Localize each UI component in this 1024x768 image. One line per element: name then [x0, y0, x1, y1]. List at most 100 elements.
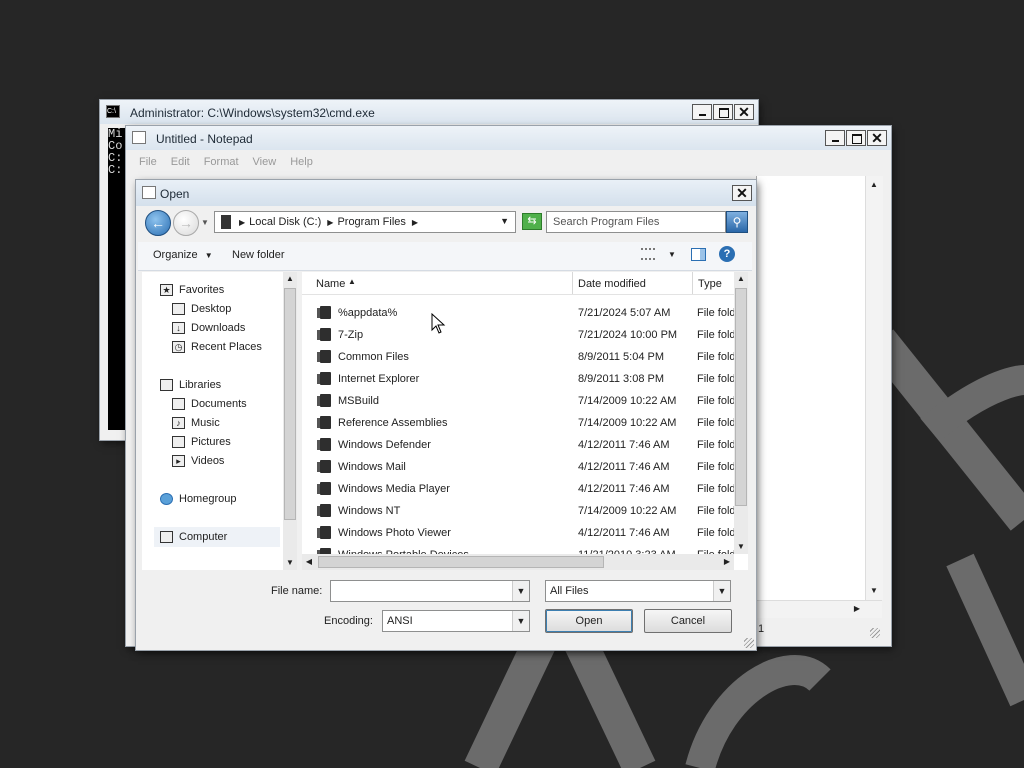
file-list-scroll-thumb[interactable]: [735, 288, 747, 506]
file-list-vertical-scrollbar[interactable]: ▲ ▼: [734, 272, 748, 554]
column-header: Name ▲ Date modified Type: [302, 272, 734, 295]
cmd-maximize-button[interactable]: [713, 104, 733, 120]
cmd-titlebar[interactable]: C:\ Administrator: C:\Windows\system32\c…: [100, 100, 758, 124]
file-row[interactable]: Reference Assemblies 7/14/2009 10:22 AM Fi…: [302, 412, 734, 434]
nav-recent-places[interactable]: ◷ Recent Places: [172, 341, 262, 353]
scroll-up-arrow-icon[interactable]: ▲: [867, 178, 881, 192]
nav-downloads[interactable]: ↓ Downloads: [172, 322, 245, 334]
file-name-input[interactable]: ▼: [330, 580, 530, 602]
nav-favorites[interactable]: ★ Favorites: [160, 284, 224, 296]
refresh-button[interactable]: ⇆: [522, 213, 542, 230]
resize-grip-icon[interactable]: [744, 638, 754, 648]
notepad-close-button[interactable]: ✕: [867, 130, 887, 146]
folder-icon: [221, 215, 231, 229]
console-line: C:: [108, 163, 123, 177]
notepad-minimize-button[interactable]: [825, 130, 845, 146]
scroll-up-arrow-icon[interactable]: ▲: [283, 272, 297, 286]
file-row[interactable]: Windows Mail 4/12/2011 7:46 AM File folder: [302, 456, 734, 478]
notepad-titlebar[interactable]: Untitled - Notepad ✕: [126, 126, 891, 150]
open-dialog-titlebar[interactable]: Open ✕: [136, 180, 756, 206]
menu-help[interactable]: Help: [283, 154, 320, 170]
file-row[interactable]: Windows Media Player 4/12/2011 7:46 AM Fil…: [302, 478, 734, 500]
column-name[interactable]: Name: [316, 278, 345, 290]
file-row[interactable]: Common Files 8/9/2011 5:04 PM File folder: [302, 346, 734, 368]
file-row[interactable]: Windows Defender 4/12/2011 7:46 AM File fo…: [302, 434, 734, 456]
file-list-horizontal-scrollbar[interactable]: ◀ ▶: [302, 554, 734, 570]
nav-pictures[interactable]: Pictures: [172, 436, 231, 448]
encoding-value: ANSI: [387, 615, 413, 627]
file-row[interactable]: Windows NT 7/14/2009 10:22 AM File folder: [302, 500, 734, 522]
cancel-button[interactable]: Cancel: [644, 609, 732, 633]
dialog-close-button[interactable]: ✕: [732, 185, 752, 201]
scroll-up-arrow-icon[interactable]: ▲: [734, 272, 748, 286]
preview-pane-icon[interactable]: [691, 248, 706, 261]
scroll-right-arrow-icon[interactable]: ▶: [720, 555, 734, 569]
nav-documents[interactable]: Documents: [172, 398, 247, 410]
nav-pane-scrollbar[interactable]: ▲ ▼: [283, 272, 297, 570]
search-input[interactable]: Search Program Files: [546, 211, 726, 233]
horizontal-scroll-thumb[interactable]: [318, 556, 604, 568]
cmd-title: Administrator: C:\Windows\system32\cmd.e…: [130, 106, 375, 120]
file-row[interactable]: MSBuild 7/14/2009 10:22 AM File folder: [302, 390, 734, 412]
resize-grip-icon[interactable]: [870, 628, 880, 638]
column-date-modified[interactable]: Date modified: [578, 278, 646, 290]
scroll-left-arrow-icon[interactable]: ◀: [302, 555, 316, 569]
scroll-right-arrow-icon[interactable]: ▶: [850, 602, 864, 616]
file-type-select[interactable]: All Files ▼: [545, 580, 731, 602]
help-icon[interactable]: ?: [719, 246, 735, 262]
menu-view[interactable]: View: [246, 154, 284, 170]
file-row[interactable]: %appdata% 7/21/2024 5:07 AM File folder: [302, 302, 734, 324]
forward-button[interactable]: →: [173, 210, 199, 236]
cmd-close-button[interactable]: ✕: [734, 104, 754, 120]
file-row[interactable]: 7-Zip 7/21/2024 10:00 PM File folder: [302, 324, 734, 346]
nav-pane-scroll-thumb[interactable]: [284, 288, 296, 520]
scroll-down-arrow-icon[interactable]: ▼: [867, 584, 881, 598]
notepad-text-area[interactable]: [756, 176, 883, 600]
view-dropdown-icon[interactable]: ▼: [668, 250, 676, 259]
breadcrumb-program-files[interactable]: Program Files: [337, 216, 405, 228]
scroll-down-arrow-icon[interactable]: ▼: [734, 540, 748, 554]
address-bar[interactable]: ▶ Local Disk (C:) ▶ Program Files ▶ ▼: [214, 211, 516, 233]
organize-button[interactable]: Organize ▼: [153, 249, 213, 261]
breadcrumb-separator-icon[interactable]: ▶: [239, 218, 245, 227]
nav-music[interactable]: ♪ Music: [172, 417, 220, 429]
menu-edit[interactable]: Edit: [164, 154, 197, 170]
nav-desktop[interactable]: Desktop: [172, 303, 231, 315]
address-dropdown-icon[interactable]: ▼: [500, 216, 509, 226]
back-button[interactable]: ←: [145, 210, 171, 236]
scroll-down-arrow-icon[interactable]: ▼: [283, 556, 297, 570]
notepad-horizontal-scrollbar[interactable]: ▶: [756, 600, 882, 618]
cmd-minimize-button[interactable]: [692, 104, 712, 120]
file-row[interactable]: Internet Explorer 8/9/2011 3:08 PM File fo…: [302, 368, 734, 390]
nav-computer[interactable]: Computer: [154, 527, 280, 547]
menu-file[interactable]: File: [132, 154, 164, 170]
breadcrumb-separator-icon[interactable]: ▶: [412, 218, 418, 227]
breadcrumb-local-disk[interactable]: Local Disk (C:): [249, 216, 321, 228]
column-type[interactable]: Type: [698, 278, 722, 290]
open-dialog-title: Open: [160, 187, 190, 201]
search-icon[interactable]: ⚲: [726, 211, 748, 233]
file-name: Reference Assemblies: [338, 417, 448, 429]
notepad-vertical-scrollbar[interactable]: ▲ ▼: [865, 176, 883, 600]
chevron-down-icon[interactable]: ▼: [512, 611, 529, 631]
open-dialog[interactable]: Open ✕ ← → ▼ ▶ Local Disk (C:) ▶ Program…: [136, 180, 756, 650]
folder-icon: [317, 306, 331, 319]
chevron-down-icon[interactable]: ▼: [512, 581, 529, 601]
nav-videos[interactable]: ▸ Videos: [172, 455, 224, 467]
recent-locations-chevron-down-icon[interactable]: ▼: [201, 218, 209, 227]
cmd-console[interactable]: Mi Co C: C:: [108, 128, 128, 430]
view-options-icon[interactable]: [641, 248, 655, 260]
folder-icon: [317, 372, 331, 385]
notepad-maximize-button[interactable]: [846, 130, 866, 146]
file-date-modified: 7/14/2009 10:22 AM: [578, 505, 677, 517]
menu-format[interactable]: Format: [197, 154, 246, 170]
new-folder-button[interactable]: New folder: [232, 249, 285, 261]
breadcrumb-separator-icon[interactable]: ▶: [327, 218, 333, 227]
encoding-select[interactable]: ANSI ▼: [382, 610, 530, 632]
file-row[interactable]: Windows Photo Viewer 4/12/2011 7:46 AM Fil…: [302, 522, 734, 544]
notepad-menubar: File Edit Format View Help: [132, 154, 320, 170]
chevron-down-icon[interactable]: ▼: [713, 581, 730, 601]
open-button[interactable]: Open: [545, 609, 633, 633]
nav-homegroup[interactable]: Homegroup: [160, 493, 236, 505]
nav-libraries[interactable]: Libraries: [160, 379, 221, 391]
